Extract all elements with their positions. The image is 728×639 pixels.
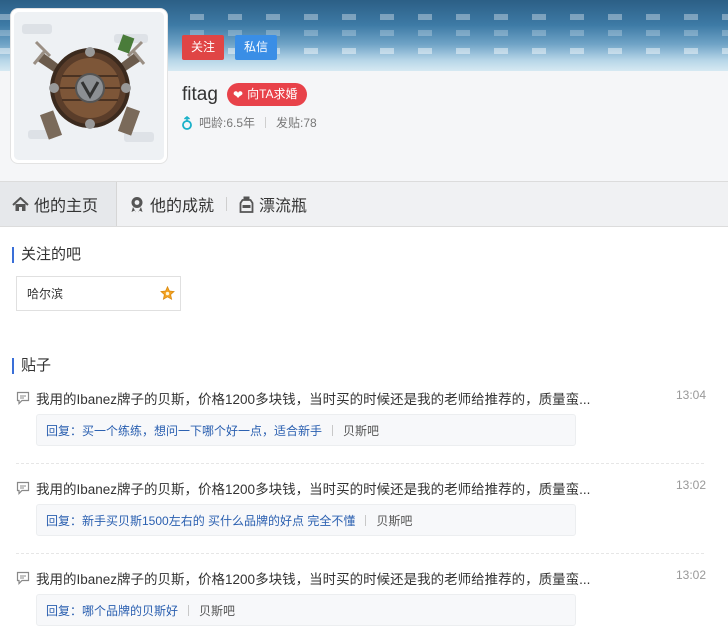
account-age: 吧龄:6.5年 bbox=[199, 116, 256, 130]
followed-bar-item[interactable]: 哈尔滨 bbox=[16, 276, 181, 311]
post-divider bbox=[16, 463, 704, 464]
comment-icon bbox=[16, 391, 30, 405]
medal-icon bbox=[131, 196, 143, 212]
reply-link[interactable]: 回复：买一个练练，想问一下哪个好一点，适合新手 bbox=[46, 422, 322, 439]
reply-box: 回复：买一个练练，想问一下哪个好一点，适合新手 贝斯吧 bbox=[36, 414, 576, 446]
post-time: 13:02 bbox=[675, 568, 706, 582]
post-time: 13:02 bbox=[675, 478, 706, 492]
comment-icon bbox=[16, 481, 30, 495]
message-button[interactable]: 私信 bbox=[235, 35, 277, 60]
tab-achievements[interactable]: 他的成就 bbox=[117, 182, 226, 226]
comment-icon bbox=[16, 571, 30, 585]
posts-title: 贴子 bbox=[12, 358, 51, 374]
post-item[interactable]: 我用的Ibanez牌子的贝斯，价格1200多块钱，当时买的时候还是我的老师给推荐… bbox=[16, 568, 706, 626]
username: fitag bbox=[182, 84, 218, 105]
reply-link[interactable]: 回复：哪个品牌的贝斯好 bbox=[46, 602, 178, 619]
propose-label: 向TA求婚 bbox=[247, 87, 298, 101]
tab-homepage[interactable]: 他的主页 bbox=[0, 182, 117, 226]
follow-button[interactable]: 关注 bbox=[182, 35, 224, 60]
tab-label: 他的成就 bbox=[150, 198, 215, 215]
bottle-icon bbox=[239, 196, 254, 213]
post-divider bbox=[16, 553, 704, 554]
post-text[interactable]: 我用的Ibanez牌子的贝斯，价格1200多块钱，当时买的时候还是我的老师给推荐… bbox=[36, 568, 621, 588]
bar-link[interactable]: 贝斯吧 bbox=[376, 512, 412, 529]
star-badge-icon bbox=[160, 286, 175, 301]
propose-button[interactable]: ❤ 向TA求婚 bbox=[227, 83, 307, 106]
home-icon bbox=[12, 196, 29, 211]
tab-label: 漂流瓶 bbox=[259, 198, 308, 215]
post-time: 13:04 bbox=[675, 388, 706, 402]
avatar-image bbox=[14, 12, 164, 160]
reply-box: 回复：新手买贝斯1500左右的 买什么品牌的好点 完全不懂 贝斯吧 bbox=[36, 504, 576, 536]
heart-icon: ❤ bbox=[233, 87, 244, 102]
followed-bars-title: 关注的吧 bbox=[12, 247, 81, 263]
user-stats: 吧龄:6.5年 发贴:78 bbox=[181, 114, 317, 131]
avatar[interactable] bbox=[10, 8, 168, 164]
post-text[interactable]: 我用的Ibanez牌子的贝斯，价格1200多块钱，当时买的时候还是我的老师给推荐… bbox=[36, 478, 621, 498]
post-item[interactable]: 我用的Ibanez牌子的贝斯，价格1200多块钱，当时买的时候还是我的老师给推荐… bbox=[16, 478, 706, 536]
tab-drift-bottle[interactable]: 漂流瓶 bbox=[227, 182, 319, 226]
post-count: 发贴:78 bbox=[276, 116, 317, 130]
gender-male-icon bbox=[182, 115, 192, 130]
profile-nav: 他的主页 他的成就 漂流瓶 bbox=[0, 181, 728, 227]
tab-label: 他的主页 bbox=[34, 198, 99, 215]
bar-link[interactable]: 贝斯吧 bbox=[199, 602, 235, 619]
post-item[interactable]: 我用的Ibanez牌子的贝斯，价格1200多块钱，当时买的时候还是我的老师给推荐… bbox=[16, 388, 706, 446]
post-text[interactable]: 我用的Ibanez牌子的贝斯，价格1200多块钱，当时买的时候还是我的老师给推荐… bbox=[36, 388, 621, 408]
reply-box: 回复：哪个品牌的贝斯好 贝斯吧 bbox=[36, 594, 576, 626]
bar-name: 哈尔滨 bbox=[27, 287, 64, 301]
bar-link[interactable]: 贝斯吧 bbox=[343, 422, 379, 439]
reply-link[interactable]: 回复：新手买贝斯1500左右的 买什么品牌的好点 完全不懂 bbox=[46, 512, 355, 529]
